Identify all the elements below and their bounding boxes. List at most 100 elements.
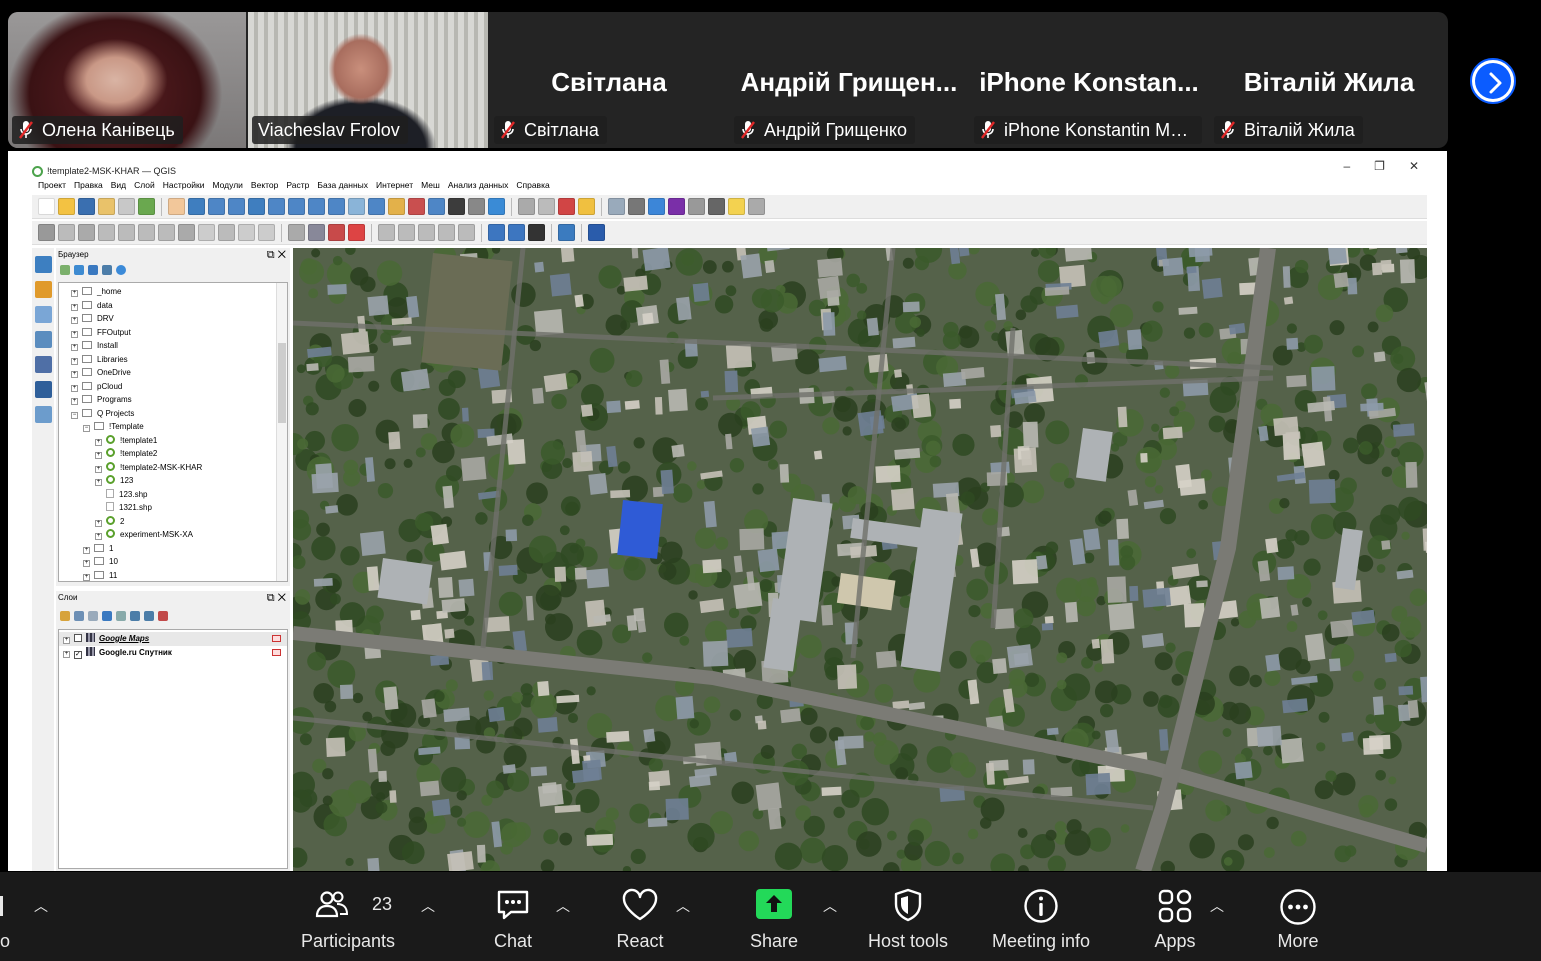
menu-item[interactable]: Меш: [417, 180, 444, 194]
expression-icon[interactable]: [116, 611, 126, 621]
layers-tree[interactable]: + Google Maps + ✓ Google.ru Спутник: [58, 629, 288, 869]
expand-toggle-icon[interactable]: +: [71, 290, 78, 297]
add-spatialite-icon[interactable]: [35, 331, 52, 348]
browser-item[interactable]: +10: [59, 555, 287, 569]
browser-item[interactable]: 123.shp: [59, 488, 287, 502]
expand-toggle-icon[interactable]: +: [71, 317, 78, 324]
expand-toggle-icon[interactable]: +: [95, 465, 102, 473]
next-page-button[interactable]: [1470, 58, 1516, 104]
expand-toggle-icon[interactable]: +: [95, 452, 102, 459]
menu-item[interactable]: База данных: [313, 180, 372, 194]
close-icon[interactable]: ✕: [1409, 159, 1419, 173]
browser-item[interactable]: + !template2-MSK-KHAR: [59, 461, 287, 475]
expand-toggle-icon[interactable]: +: [71, 344, 78, 351]
add-raster-layer-icon[interactable]: [35, 281, 52, 298]
map-nav-tool-icon[interactable]: [248, 198, 265, 215]
meeting-info-button[interactable]: Meeting info: [982, 872, 1100, 961]
add-postgis-icon[interactable]: [35, 356, 52, 373]
map-nav-tool-icon[interactable]: [308, 198, 325, 215]
expand-toggle-icon[interactable]: +: [95, 533, 102, 540]
expand-toggle-icon[interactable]: +: [95, 519, 102, 527]
edit-tool-icon[interactable]: [378, 224, 395, 241]
browser-tree[interactable]: + _home + data + DRV + FFOutput + Install + Librari…: [58, 282, 288, 582]
participant-tile-active-speaker[interactable]: Viacheslav Frolov: [248, 12, 488, 148]
edit-tool-icon[interactable]: [488, 224, 505, 241]
menu-item[interactable]: Правка: [70, 180, 107, 194]
map-nav-tool-icon[interactable]: [168, 198, 185, 215]
edit-tool-icon[interactable]: [528, 224, 545, 241]
expand-toggle-icon[interactable]: +: [83, 573, 90, 581]
filter-icon[interactable]: [88, 265, 98, 275]
browser-item[interactable]: + !template2: [59, 447, 287, 461]
map-nav-tool-icon[interactable]: [518, 198, 535, 215]
edit-tool-icon[interactable]: [588, 224, 605, 241]
apps-options-caret[interactable]: ︿: [1210, 896, 1224, 916]
browser-item[interactable]: + pCloud: [59, 380, 287, 394]
map-nav-tool-icon[interactable]: [228, 198, 245, 215]
map-canvas[interactable]: [293, 248, 1427, 871]
layer-visibility-checkbox[interactable]: [74, 634, 82, 642]
browser-item[interactable]: + data: [59, 299, 287, 313]
participant-tile[interactable]: iPhone Konstan... iPhone Konstantin Ma..…: [970, 12, 1208, 148]
browser-item[interactable]: +123: [59, 474, 287, 488]
map-nav-tool-icon[interactable]: [328, 198, 345, 215]
map-nav-tool-icon[interactable]: [368, 198, 385, 215]
expand-toggle-icon[interactable]: +: [71, 330, 78, 338]
menu-item[interactable]: Справка: [512, 180, 553, 194]
scroll-thumb[interactable]: [278, 343, 286, 423]
edit-tool-icon[interactable]: [308, 224, 325, 241]
chat-options-caret[interactable]: ︿: [556, 896, 570, 916]
host-tools-button[interactable]: Host tools: [858, 872, 958, 961]
restore-icon[interactable]: ❐: [1374, 159, 1385, 173]
participant-tile[interactable]: Світлана Світлана: [490, 12, 728, 148]
audio-button-partial[interactable]: o: [0, 872, 20, 961]
edit-tool-icon[interactable]: [398, 224, 415, 241]
add-selected-icon[interactable]: [60, 265, 70, 275]
expand-toggle-icon[interactable]: +: [83, 560, 90, 567]
map-nav-tool-icon[interactable]: [668, 198, 685, 215]
filter-icon[interactable]: [102, 611, 112, 621]
map-nav-tool-icon[interactable]: [488, 198, 505, 215]
expand-toggle-icon[interactable]: +: [71, 384, 78, 392]
map-nav-tool-icon[interactable]: [688, 198, 705, 215]
browser-item[interactable]: +2: [59, 515, 287, 529]
expand-icon[interactable]: [130, 611, 140, 621]
browser-item[interactable]: +1: [59, 542, 287, 556]
scrollbar[interactable]: [276, 283, 287, 581]
edit-tool-icon[interactable]: [238, 224, 255, 241]
map-nav-tool-icon[interactable]: [448, 198, 465, 215]
browser-item[interactable]: +11: [59, 569, 287, 582]
share-screen-button[interactable]: Share: [740, 872, 808, 961]
participant-tile[interactable]: Олена Канівець: [8, 12, 246, 148]
browser-item[interactable]: + experiment-MSK-XA: [59, 528, 287, 542]
browser-item[interactable]: + OneDrive: [59, 366, 287, 380]
edit-tool-icon[interactable]: [198, 224, 215, 241]
collapse-icon[interactable]: [144, 611, 154, 621]
add-vector-layer-icon[interactable]: [35, 256, 52, 273]
add-wfs-icon[interactable]: [35, 406, 52, 423]
map-nav-tool-icon[interactable]: [408, 198, 425, 215]
menu-item[interactable]: Вид: [107, 180, 130, 194]
map-nav-tool-icon[interactable]: [78, 198, 95, 215]
participant-tile[interactable]: Андрій Грищен... Андрій Грищенко: [730, 12, 968, 148]
edit-tool-icon[interactable]: [218, 224, 235, 241]
info-icon[interactable]: [116, 265, 126, 275]
menu-item[interactable]: Интернет: [372, 180, 417, 194]
edit-tool-icon[interactable]: [508, 224, 525, 241]
audio-options-caret[interactable]: ︿: [34, 896, 48, 916]
chat-button[interactable]: Chat: [478, 872, 548, 961]
edit-tool-icon[interactable]: [178, 224, 195, 241]
participant-tile[interactable]: Віталій Жила Віталій Жила: [1210, 12, 1448, 148]
map-nav-tool-icon[interactable]: [628, 198, 645, 215]
map-nav-tool-icon[interactable]: [558, 198, 575, 215]
expand-toggle-icon[interactable]: +: [71, 371, 78, 378]
map-nav-tool-icon[interactable]: [118, 198, 135, 215]
map-nav-tool-icon[interactable]: [138, 198, 155, 215]
react-options-caret[interactable]: ︿: [676, 896, 690, 916]
edit-tool-icon[interactable]: [288, 224, 305, 241]
map-nav-tool-icon[interactable]: [388, 198, 405, 215]
map-nav-tool-icon[interactable]: [648, 198, 665, 215]
map-nav-tool-icon[interactable]: [268, 198, 285, 215]
browser-item[interactable]: + Libraries: [59, 353, 287, 367]
add-wms-icon[interactable]: [35, 381, 52, 398]
